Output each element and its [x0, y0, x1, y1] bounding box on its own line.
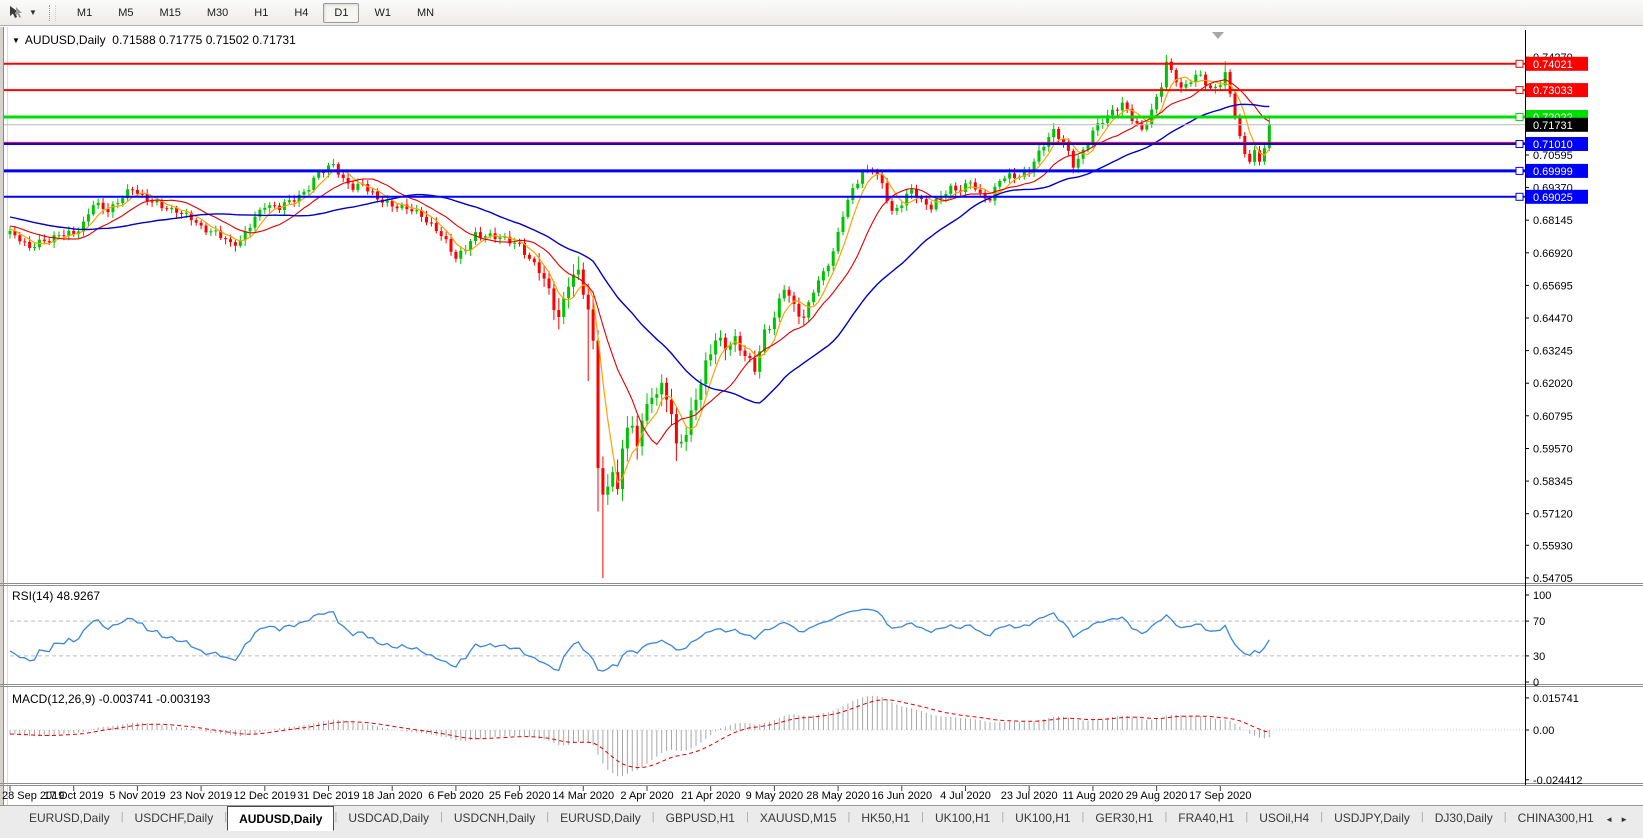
timeframe-button-d1[interactable]: D1	[323, 2, 360, 23]
date-tick-label: 6 Feb 2020	[428, 790, 484, 802]
price-tick-label: 0.70595	[1533, 150, 1573, 162]
hline-price-badge-text: 0.69999	[1533, 166, 1573, 178]
chart-tab-usdcnh-daily[interactable]: USDCNH,Daily	[443, 806, 546, 829]
date-tick-label: 11 Aug 2020	[1062, 790, 1123, 802]
timeframe-button-h1[interactable]: H1	[243, 3, 279, 23]
chart-canvas[interactable]: 0.742700.730450.718200.705950.693700.681…	[0, 26, 1643, 805]
chart-tab-uk100-h1[interactable]: UK100,H1	[1004, 806, 1081, 829]
tab-scroll-left-icon[interactable]: ◄	[1605, 815, 1620, 824]
timeframe-button-w1[interactable]: W1	[363, 3, 402, 23]
date-tick-label: 25 Feb 2020	[489, 790, 551, 802]
rsi-tick-label: 30	[1533, 651, 1545, 663]
hline-endpoint-marker[interactable]	[1515, 140, 1524, 148]
date-tick-label: 23 Jul 2020	[1001, 790, 1058, 802]
chart-tab-uk100-h1[interactable]: UK100,H1	[924, 806, 1001, 829]
timeframe-toolbar: ▼ M1 M5 M15 M30 H1 H4 D1 W1 MN	[0, 0, 1643, 26]
date-tick-label: 9 May 2020	[746, 790, 803, 802]
price-tick-label: 0.62020	[1533, 378, 1573, 390]
date-tick-label: 14 Mar 2020	[552, 790, 614, 802]
chart-tab-usdcad-daily[interactable]: USDCAD,Daily	[337, 806, 440, 829]
cursor-tool-glyph	[10, 5, 22, 18]
chart-tab-ger30-h1[interactable]: GER30,H1	[1084, 806, 1164, 829]
price-tick-label: 0.58345	[1533, 476, 1573, 488]
date-tick-label: 29 Aug 2020	[1126, 790, 1188, 802]
price-tick-label: 0.64470	[1533, 313, 1573, 325]
hline-endpoint-marker[interactable]	[1515, 59, 1524, 68]
chart-tab-eurusd-daily[interactable]: EURUSD,Daily	[18, 806, 121, 829]
hline-endpoint-marker[interactable]	[1515, 192, 1524, 201]
timeframe-button-m30[interactable]: M30	[196, 3, 239, 23]
timeframe-button-m15[interactable]: M15	[148, 3, 191, 23]
chart-window: 0.742700.730450.718200.705950.693700.681…	[0, 26, 1643, 805]
macd-tick-label: 0.015741	[1533, 693, 1579, 705]
tab-scroll-arrows: ◄►	[1605, 815, 1635, 824]
date-tick-label: 23 Nov 2019	[170, 790, 232, 802]
chart-tab-fra40-h1[interactable]: FRA40,H1	[1167, 806, 1245, 829]
date-tick-label: 2 Apr 2020	[620, 790, 673, 802]
timeframe-buttons: M1 M5 M15 M30 H1 H4 D1 W1 MN	[64, 2, 447, 23]
current-price-badge-text: 0.71731	[1533, 120, 1573, 132]
timeframe-button-mn[interactable]: MN	[406, 3, 445, 23]
price-tick-label: 0.68145	[1533, 215, 1573, 227]
chart-tab-usdchf-daily[interactable]: USDCHF,Daily	[124, 806, 225, 829]
chart-tab-gbpusd-h1[interactable]: GBPUSD,H1	[655, 806, 746, 829]
macd-tick-label: -0.024412	[1533, 775, 1583, 787]
chart-tab-xauusd-m15[interactable]: XAUUSD,M15	[749, 806, 848, 829]
macd-tick-label: 0.00	[1533, 725, 1554, 737]
date-tick-label: 17 Oct 2019	[44, 790, 104, 802]
toolbar-drag-handle[interactable]	[48, 4, 56, 21]
chart-tab-usdjpy-daily[interactable]: USDJPY,Daily	[1323, 806, 1421, 829]
hline-price-badge-text: 0.69025	[1533, 192, 1573, 204]
date-tick-label: 5 Nov 2019	[109, 790, 165, 802]
hline-price-badge-text: 0.73033	[1533, 85, 1573, 97]
date-tick-label: 17 Sep 2020	[1189, 790, 1251, 802]
hline-endpoint-marker[interactable]	[1515, 86, 1524, 95]
date-tick-label: 16 Jun 2020	[872, 790, 933, 802]
date-tick-label: 4 Jul 2020	[940, 790, 991, 802]
timeframe-button-h4[interactable]: H4	[283, 3, 319, 23]
price-tick-label: 0.65695	[1533, 280, 1573, 292]
chart-tab-audusd-daily[interactable]: AUDUSD,Daily	[227, 806, 335, 831]
hline-price-badge-text: 0.74021	[1533, 59, 1573, 71]
dropdown-caret-icon[interactable]: ▼	[27, 6, 39, 19]
timeframe-button-m5[interactable]: M5	[107, 3, 144, 23]
cursor-tool-icon[interactable]	[5, 3, 27, 23]
rsi-tick-label: 0	[1533, 677, 1539, 689]
chart-tab-bar: EURUSD,Daily | USDCHF,Daily | AUDUSD,Daily | U…	[0, 805, 1643, 838]
hline-endpoint-marker[interactable]	[1515, 166, 1524, 175]
chart-tab-eurusd-daily[interactable]: EURUSD,Daily	[549, 806, 652, 829]
price-tick-label: 0.57120	[1533, 509, 1573, 521]
date-tick-label: 18 Jan 2020	[362, 790, 423, 802]
date-tick-label: 31 Dec 2019	[297, 790, 359, 802]
date-tick-label: 28 May 2020	[806, 790, 870, 802]
hline-price-badge-text: 0.71010	[1533, 139, 1573, 151]
timeframe-button-m1[interactable]: M1	[66, 3, 103, 23]
date-tick-label: 12 Dec 2019	[234, 790, 296, 802]
price-tick-label: 0.54705	[1533, 573, 1573, 585]
price-tick-label: 0.66920	[1533, 248, 1573, 260]
chart-tab-china300-h1[interactable]: CHINA300,H1	[1507, 806, 1595, 829]
price-tick-label: 0.60795	[1533, 411, 1573, 423]
price-tick-label: 0.55930	[1533, 540, 1573, 552]
hline-endpoint-marker[interactable]	[1515, 113, 1524, 121]
tab-scroll-right-icon[interactable]: ►	[1620, 815, 1635, 824]
rsi-tick-label: 70	[1533, 616, 1545, 628]
price-tick-label: 0.59570	[1533, 444, 1573, 456]
chart-tab-usoil-h4[interactable]: USOil,H4	[1248, 806, 1320, 829]
rsi-tick-label: 100	[1533, 590, 1551, 602]
chart-tab-dj30-daily[interactable]: DJ30,Daily	[1424, 806, 1504, 829]
price-tick-label: 0.63245	[1533, 346, 1573, 358]
date-tick-label: 21 Apr 2020	[681, 790, 740, 802]
chart-tab-hk50-h1[interactable]: HK50,H1	[850, 806, 921, 829]
chart-tabs: EURUSD,Daily | USDCHF,Daily | AUDUSD,Daily | U…	[0, 806, 1595, 832]
